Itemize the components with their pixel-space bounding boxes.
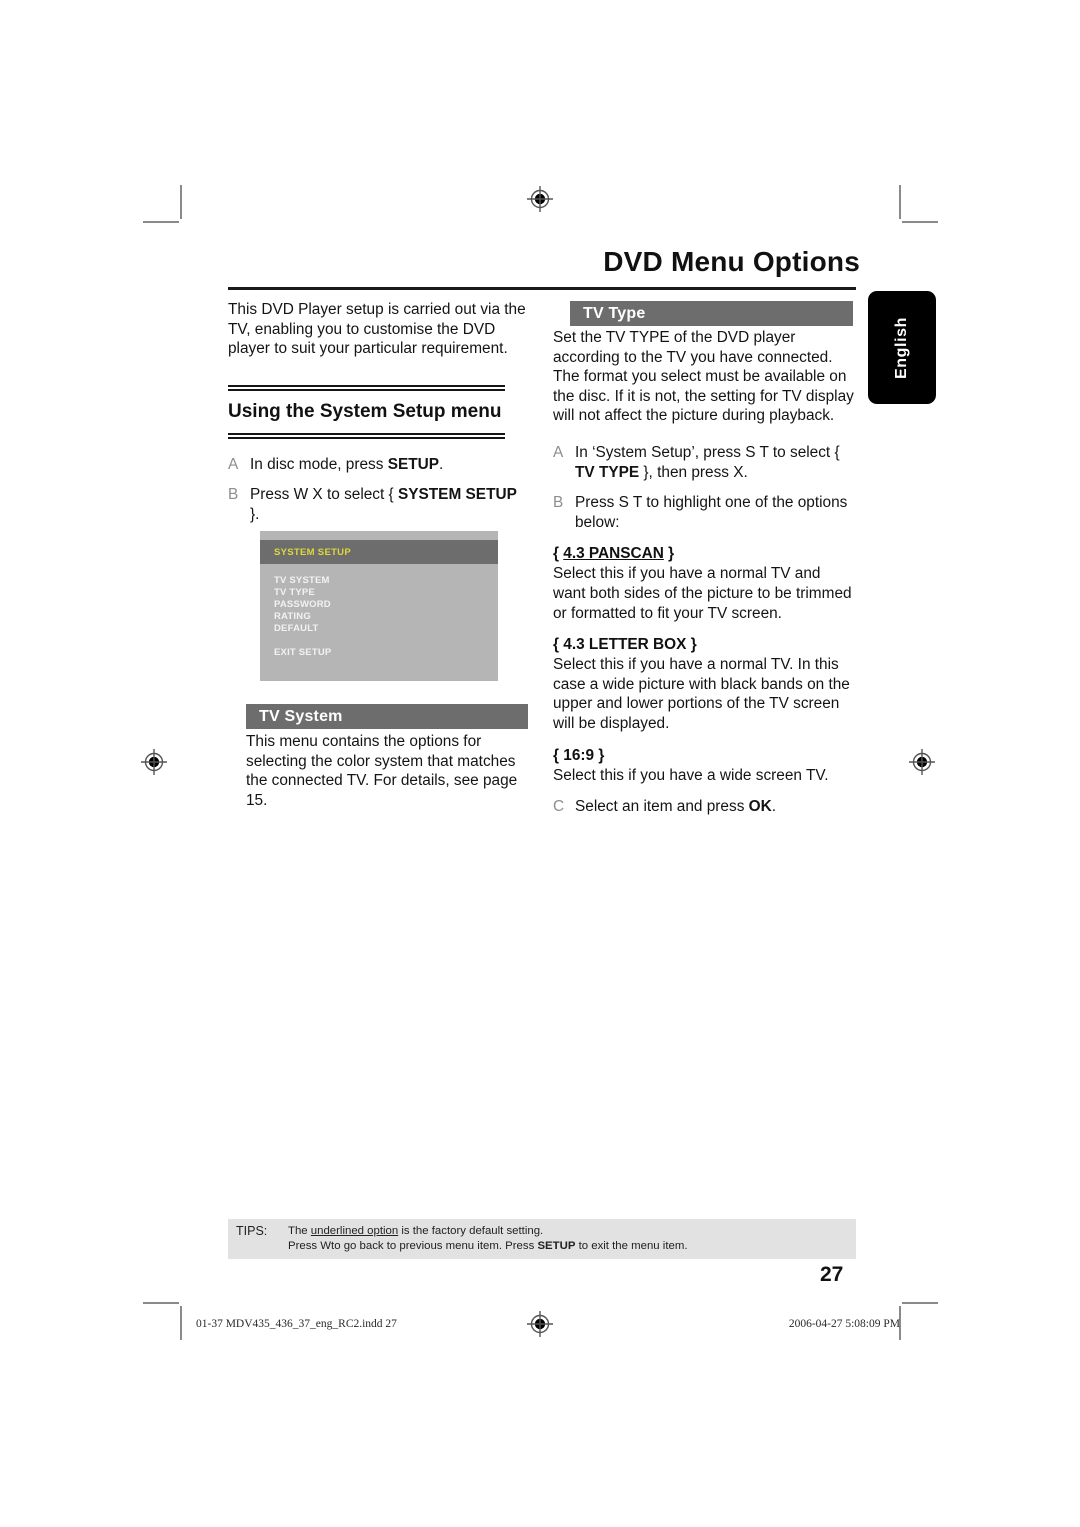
crop-mark-top-right-horizontal [902,221,938,223]
step-letter: A [553,443,564,461]
print-footer-timestamp: 2006-04-27 5:08:09 PM [788,1318,900,1330]
tv-type-final-step: C Select an item and press OK. [553,797,856,817]
step-letter: B [228,486,239,504]
print-footer-filename: 01-37 MDV435_436_37_eng_RC2.indd 27 [196,1318,397,1330]
language-tab: English [868,291,936,404]
list-item: B Press W X to select { SYSTEM SETUP }. [228,485,528,524]
language-tab-label: English [893,316,910,379]
list-item: C Select an item and press OK. [553,797,856,817]
step-text-before: In disc mode, press [250,455,388,473]
osd-menu-item-rating: RATING [274,611,311,622]
registration-mark-bottom [527,1311,553,1337]
option-description-16-9: Select this if you have a wide screen TV… [553,766,829,784]
list-item: A In disc mode, press SETUP. [228,455,528,475]
section-bar-tv-system: TV System [246,704,528,729]
registration-mark-left [141,749,167,775]
title-rule [228,287,856,290]
step-text: Select an item and press OK. [575,797,856,817]
step-text-bold: TV TYPE [575,463,640,481]
crop-mark-top-left-horizontal [143,221,179,223]
step-text-bold: SETUP [387,455,440,473]
registration-mark-top [527,186,553,212]
section-bar-tv-type-label: TV Type [583,304,646,322]
osd-system-setup-screenshot: SYSTEM SETUP TV SYSTEM TV TYPE PASSWORD … [260,531,498,681]
page-title: DVD Menu Options [603,246,860,277]
left-column: This DVD Player setup is carried out via… [228,300,528,536]
osd-menu-item-tv-type: TV TYPE [274,587,315,598]
step-text-bold: OK [748,798,772,816]
registration-mark-right [909,749,935,775]
step-text: Press S T to highlight one of the option… [575,494,848,531]
step-text-bold: SYSTEM SETUP [397,486,517,504]
option-label-letter-box: 4.3 LETTER BOX [563,636,687,654]
list-item: A In ‘System Setup’, press S T to select… [553,443,856,482]
osd-menu-item-exit-setup: EXIT SETUP [274,647,332,658]
option-description-letter-box: Select this if you have a normal TV. In … [553,656,850,732]
tips-line-1-underlined: underlined option [310,1225,399,1237]
section-rule-top [228,384,505,391]
tips-line-2-bold: SETUP [537,1240,576,1252]
tv-type-steps-list: A In ‘System Setup’, press S T to select… [553,443,856,532]
section-bar-tv-system-label: TV System [259,707,343,725]
osd-menu-item-password: PASSWORD [274,599,331,610]
step-text-after: }, then press X. [639,463,748,481]
intro-paragraph: This DVD Player setup is carried out via… [228,301,526,358]
crop-mark-bottom-left-horizontal [143,1302,179,1304]
step-text-after: . [771,798,777,816]
tips-line-2-after: to exit the menu item. [575,1240,688,1252]
tips-label: TIPS: [236,1224,268,1238]
step-text-after: . [439,455,444,473]
crop-mark-bottom-left-vertical [180,1306,182,1340]
option-heading-panscan: { 4.3 PANSCAN } [553,545,675,563]
manual-page: DVD Menu Options English This DVD Player… [0,0,1080,1527]
step-text-before: Select an item and press [575,798,749,816]
osd-menu-item-tv-system: TV SYSTEM [274,575,330,586]
section-bar-tv-type: TV Type [570,301,853,326]
tips-line-1-before: The [288,1225,311,1237]
step-text: In disc mode, press SETUP. [250,455,528,475]
step-text-before: In ‘System Setup’, press S T to select { [575,443,840,461]
section-heading-block: Using the System Setup menu [228,384,528,439]
option-heading-16-9: { 16:9 } [553,746,605,764]
page-number: 27 [820,1263,844,1286]
option-description-panscan: Select this if you have a normal TV and … [553,565,852,622]
tips-line-1-after: is the factory default setting. [398,1225,544,1237]
step-letter: B [553,494,564,512]
setup-steps-list: A In disc mode, press SETUP. B Press W X… [228,455,528,525]
step-text-before: Press W X to select { [250,486,398,504]
osd-menu-item-default: DEFAULT [274,623,319,634]
step-letter: C [553,798,565,816]
step-letter: A [228,455,239,473]
step-text: Press W X to select { SYSTEM SETUP }. [250,485,528,524]
tv-type-description: Set the TV TYPE of the DVD player accord… [553,329,854,425]
tips-content: The underlined option is the factory def… [288,1224,687,1259]
right-column: Set the TV TYPE of the DVD player accord… [553,328,856,828]
osd-header: SYSTEM SETUP [260,540,498,564]
tv-system-description: This menu contains the options for selec… [246,733,518,809]
osd-menu-list: TV SYSTEM TV TYPE PASSWORD RATING DEFAUL… [274,575,331,659]
tips-line-2-before: Press Wto go back to previous menu item.… [288,1240,538,1252]
option-label-16-9: 16:9 [563,746,595,764]
option-heading-letter-box: { 4.3 LETTER BOX } [553,636,697,654]
crop-mark-top-right-vertical [899,185,901,219]
tips-line-2: Press Wto go back to previous menu item.… [288,1239,687,1254]
tips-line-1: The underlined option is the factory def… [288,1224,687,1239]
section-title: Using the System Setup menu [228,400,502,422]
step-text: In ‘System Setup’, press S T to select {… [575,443,856,482]
crop-mark-bottom-right-horizontal [902,1302,938,1304]
osd-top-strip [260,531,498,540]
step-text-after: }. [250,505,260,523]
osd-header-label: SYSTEM SETUP [274,546,351,558]
tips-box: TIPS: The underlined option is the facto… [228,1219,856,1259]
list-item: B Press S T to highlight one of the opti… [553,493,856,532]
section-rule-bottom [228,432,505,439]
option-label-panscan: 4.3 PANSCAN [563,545,664,563]
crop-mark-top-left-vertical [180,185,182,219]
